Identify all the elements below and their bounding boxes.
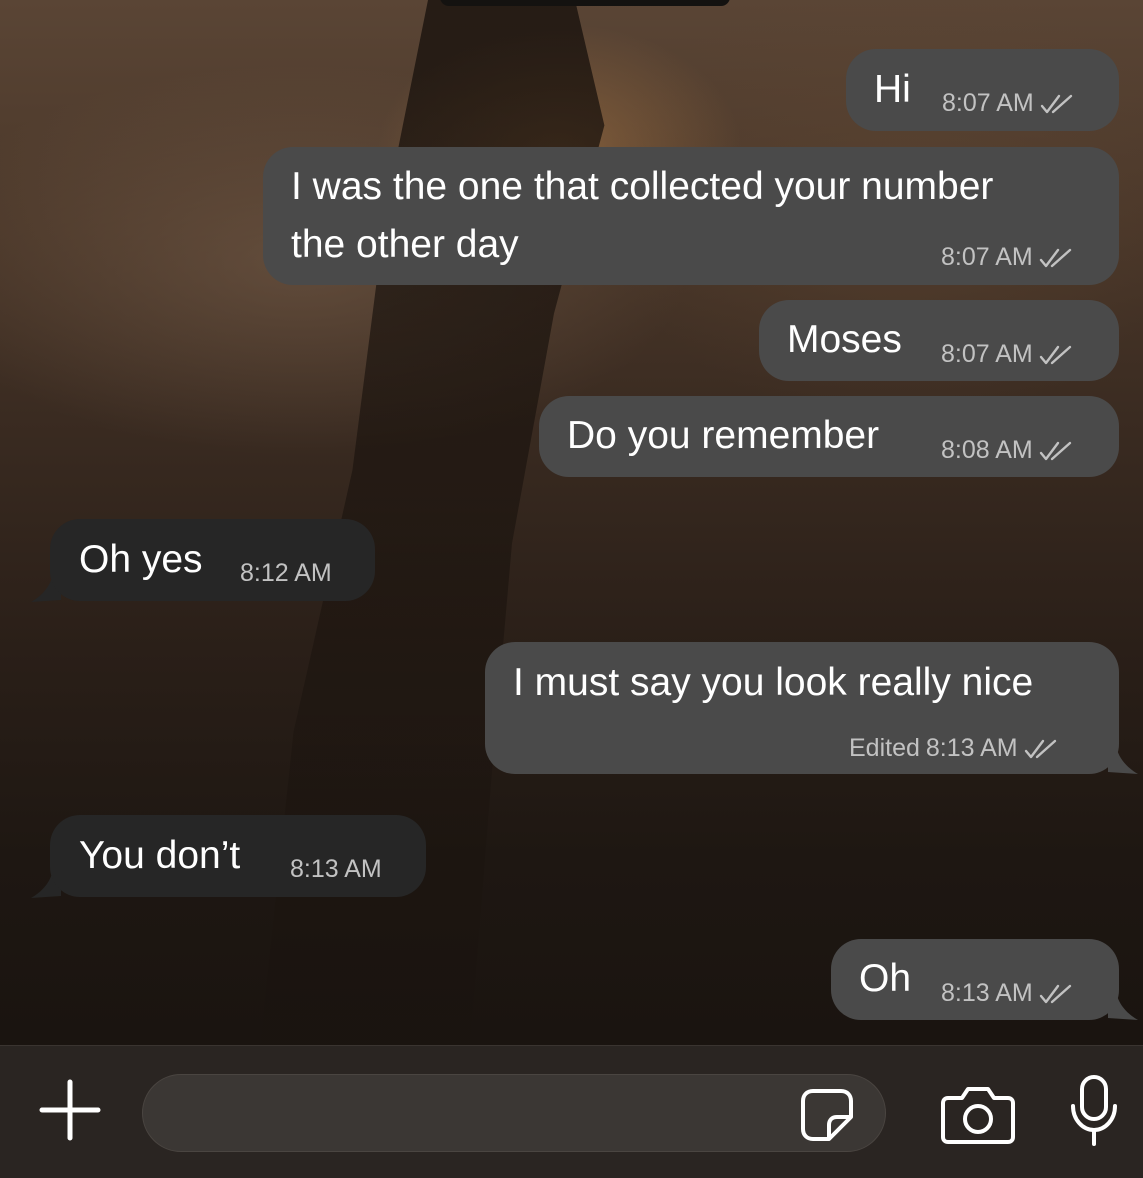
message-text-line: I was the one that collected your number: [291, 165, 994, 208]
message-time: 8:13 AM: [290, 855, 382, 883]
edited-label: Edited: [849, 734, 920, 762]
message-time: 8:07 AM: [941, 243, 1033, 271]
message-bubble-outgoing[interactable]: Do you remember 8:08 AM: [539, 396, 1119, 477]
message-time: 8:07 AM: [941, 340, 1033, 368]
message-text: Moses: [787, 318, 902, 361]
message-input[interactable]: [142, 1074, 886, 1152]
message-bubble-outgoing[interactable]: Hi 8:07 AM: [846, 49, 1119, 131]
message-meta: 8:13 AM: [290, 855, 382, 884]
microphone-icon: [1071, 1075, 1117, 1146]
message-meta: 8:12 AM: [240, 559, 332, 588]
camera-icon: [941, 1087, 1015, 1144]
message-time: 8:13 AM: [925, 734, 1018, 762]
message-text-line: the other day: [291, 223, 519, 266]
message-bubble-outgoing[interactable]: I must say you look really nice Edited 8…: [485, 642, 1119, 774]
message-bubble-outgoing[interactable]: Moses 8:07 AM: [759, 300, 1119, 381]
sticker-icon: [801, 1089, 853, 1141]
message-bubble-outgoing[interactable]: Oh 8:13 AM: [831, 939, 1119, 1020]
read-ticks-icon: [1039, 984, 1071, 1003]
message-text: I must say you look really nice: [513, 661, 1034, 704]
message-meta: 8:13 AM: [941, 979, 1073, 1008]
message-time: 8:12 AM: [240, 559, 332, 587]
message-text: Oh yes: [79, 538, 203, 581]
message-time: 8:08 AM: [941, 436, 1033, 464]
composer-bar: [0, 1045, 1143, 1178]
message-meta: 8:07 AM: [941, 243, 1073, 272]
message-text: Oh: [859, 957, 912, 1000]
read-ticks-icon: [1039, 441, 1071, 460]
message-bubble-incoming[interactable]: Oh yes 8:12 AM: [50, 519, 375, 601]
message-meta: 8:07 AM: [941, 340, 1073, 369]
message-bubble-outgoing[interactable]: I was the one that collected your number…: [263, 147, 1119, 285]
read-ticks-icon: [1024, 739, 1056, 758]
message-meta: Edited 8:13 AM: [849, 734, 1058, 763]
message-meta: 8:08 AM: [941, 436, 1073, 465]
message-time: 8:13 AM: [941, 979, 1033, 1007]
message-text: Hi: [874, 68, 911, 111]
message-meta: 8:07 AM: [942, 89, 1074, 118]
attach-button[interactable]: [36, 1076, 104, 1144]
bubble-tail: [1108, 742, 1138, 774]
microphone-button[interactable]: [1068, 1074, 1120, 1148]
top-notch: [440, 0, 730, 6]
read-ticks-icon: [1039, 345, 1071, 364]
camera-button[interactable]: [940, 1084, 1016, 1144]
plus-icon: [39, 1079, 101, 1141]
message-bubble-incoming[interactable]: You don’t 8:13 AM: [50, 815, 426, 897]
read-ticks-icon: [1039, 248, 1071, 267]
bubble-tail: [1108, 988, 1138, 1020]
read-ticks-icon: [1040, 94, 1072, 113]
message-time: 8:07 AM: [942, 89, 1034, 117]
sticker-button[interactable]: [799, 1087, 855, 1143]
message-text: Do you remember: [567, 414, 880, 457]
message-text: You don’t: [79, 834, 241, 877]
